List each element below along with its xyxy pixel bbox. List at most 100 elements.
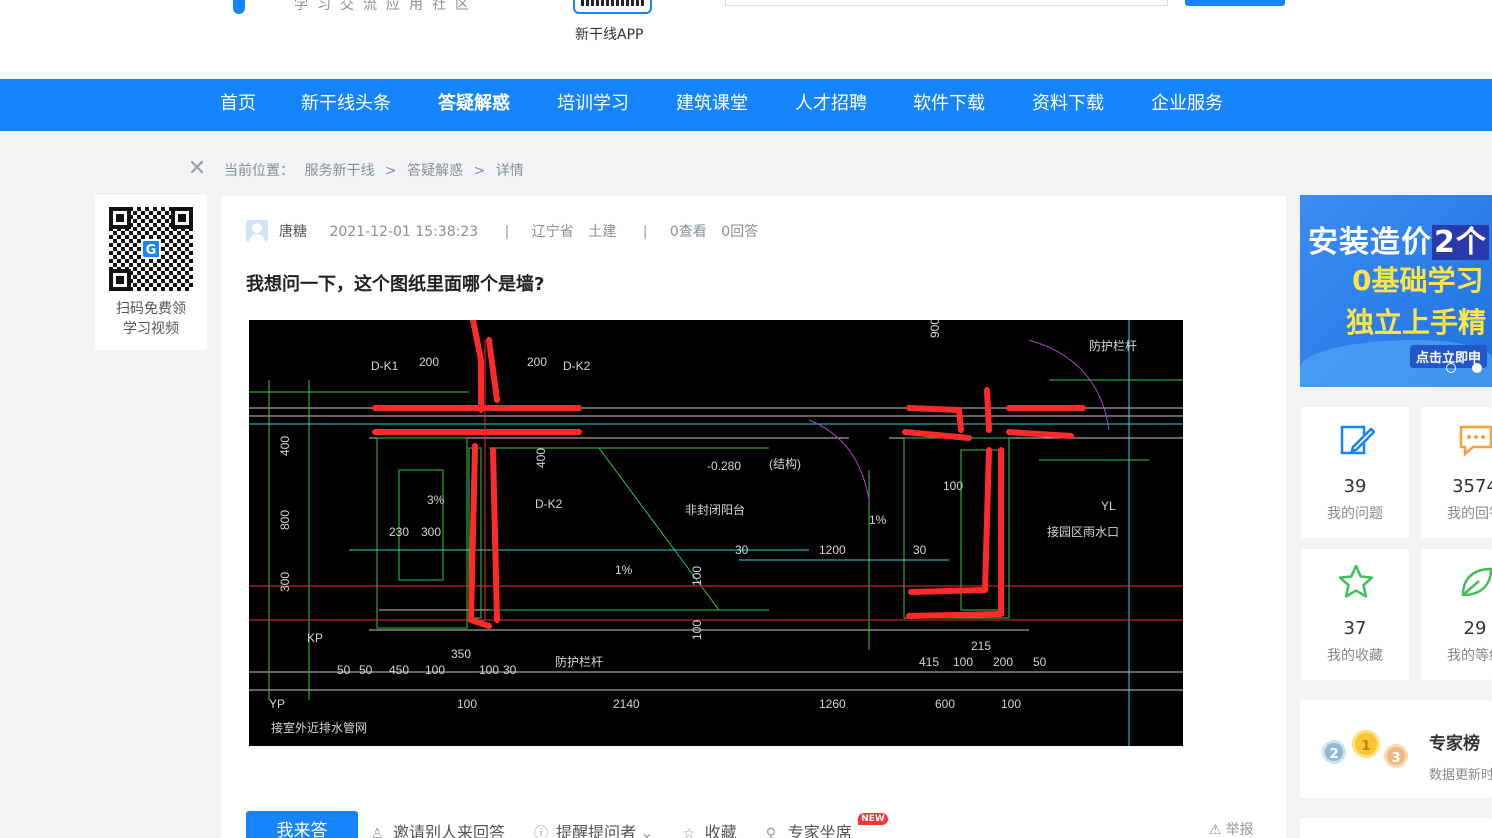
breadcrumb-item-qa[interactable]: 答疑解惑 <box>407 163 463 179</box>
expert-board-title: 专家榜 <box>1429 734 1480 754</box>
question-answers: 0回答 <box>721 224 759 240</box>
breadcrumb-separator: > <box>384 163 397 179</box>
cad-label: 50 <box>1033 655 1047 669</box>
stat-value: 37 <box>1343 618 1367 639</box>
star-icon <box>1338 564 1374 598</box>
cad-label: 100 <box>943 479 963 493</box>
qr-caption: 扫码免费领 学习视频 <box>95 299 207 339</box>
cad-label: 300 <box>421 525 441 539</box>
cad-label: 350 <box>451 647 471 661</box>
breadcrumb-separator: > <box>473 163 486 179</box>
question-region: 辽宁省 <box>531 224 574 240</box>
cad-label: 100 <box>1001 697 1021 711</box>
cad-label: YP <box>269 697 285 711</box>
main-nav: 首页 新干线头条 答疑解惑 培训学习 建筑课堂 人才招聘 软件下载 资料下载 企… <box>0 79 1492 131</box>
cad-label: 200 <box>419 355 439 369</box>
stat-value: 39 <box>1343 476 1367 497</box>
cad-label: 415 <box>919 655 939 669</box>
cad-label: 50 <box>359 663 373 677</box>
cad-drawing-svg: D-K1 200 200 D-K2 防护栏杆 -0.280 (结构) 非封闭阳台… <box>249 320 1183 746</box>
question-views: 0查看 <box>669 224 707 240</box>
cad-label: 100 <box>457 697 477 711</box>
cad-label: D-K2 <box>535 497 563 511</box>
question-meta: 唐糖 2021-12-01 15:38:23 | 辽宁省 土建 | 0查看 0回… <box>279 221 758 241</box>
site-header: 学习交流应用社区 新干线APP <box>0 0 1492 79</box>
cad-label: 100 <box>953 655 973 669</box>
nav-item-enterprise[interactable]: 企业服务 <box>1151 79 1223 131</box>
cad-label: 接室外近排水管网 <box>271 720 367 735</box>
cad-label: 200 <box>527 355 547 369</box>
stat-label: 我的等级 <box>1447 648 1492 664</box>
cad-label: 400 <box>278 436 292 456</box>
meta-divider: | <box>504 224 510 240</box>
cad-label: 230 <box>389 525 409 539</box>
nav-item-jobs[interactable]: 人才招聘 <box>795 79 867 131</box>
cad-label: YL <box>1101 499 1116 513</box>
report-link[interactable]: ⚠ 举报 <box>1209 819 1254 838</box>
cad-label: 接园区雨水口 <box>1047 524 1119 539</box>
carousel-dot-active[interactable] <box>1472 363 1482 373</box>
favorite-link[interactable]: ☆ 收藏 <box>683 819 737 838</box>
question-title: 我想问一下，这个图纸里面哪个是墙? <box>246 274 545 295</box>
question-card: 唐糖 2021-12-01 15:38:23 | 辽宁省 土建 | 0查看 0回… <box>221 196 1286 838</box>
stat-my-level[interactable]: 29 我的等级 <box>1421 549 1492 680</box>
nav-item-resources[interactable]: 资料下载 <box>1032 79 1104 131</box>
question-time: 2021-12-01 15:38:23 <box>329 224 479 240</box>
breadcrumb: 当前位置： 服务新干线 > 答疑解惑 > 详情 <box>224 160 530 180</box>
breadcrumb-item-detail: 详情 <box>495 163 524 179</box>
cad-label: 1260 <box>819 697 846 711</box>
report-label: 举报 <box>1225 822 1254 838</box>
nav-item-headlines[interactable]: 新干线头条 <box>301 79 391 131</box>
cad-label: (结构) <box>769 456 801 471</box>
remind-asker-dropdown[interactable]: ⓘ 提醒提问者 ⌄ <box>534 819 653 838</box>
stat-my-favorites[interactable]: 37 我的收藏 <box>1301 549 1409 680</box>
site-logo[interactable] <box>233 0 245 14</box>
close-icon[interactable]: ✕ <box>186 158 208 180</box>
cad-label: 防护栏杆 <box>555 654 603 669</box>
cad-label: 非封闭阳台 <box>685 502 745 517</box>
stat-label: 我的问题 <box>1327 506 1383 522</box>
cad-label: 100 <box>690 620 704 640</box>
cad-label: 200 <box>993 655 1013 669</box>
cad-drawing-image[interactable]: D-K1 200 200 D-K2 防护栏杆 -0.280 (结构) 非封闭阳台… <box>249 320 1183 746</box>
carousel-dot[interactable] <box>1446 363 1456 373</box>
expert-board-card[interactable]: 2 1 3 专家榜 数据更新时间 <box>1300 700 1492 798</box>
cad-label: 防护栏杆 <box>1089 338 1137 353</box>
promo-banner[interactable]: 安装造价2个 0基础学习 独立上手精 点击立即申 <box>1300 195 1492 387</box>
stat-label: 我的回答 <box>1447 506 1492 522</box>
stat-value: 29 <box>1463 618 1487 639</box>
cad-label: 400 <box>534 448 548 468</box>
location-pin-icon: ⚲ <box>765 826 776 838</box>
qr-promo-card: G 扫码免费领 学习视频 <box>95 195 207 350</box>
nav-item-classroom[interactable]: 建筑课堂 <box>676 79 748 131</box>
star-icon: ☆ <box>682 826 696 838</box>
nav-item-software[interactable]: 软件下载 <box>913 79 985 131</box>
app-qr-code <box>573 0 652 14</box>
expert-board-subtitle: 数据更新时间 <box>1429 768 1492 783</box>
breadcrumb-item-service[interactable]: 服务新干线 <box>304 163 374 179</box>
breadcrumb-prefix: 当前位置： <box>224 163 294 179</box>
question-author[interactable]: 唐糖 <box>279 224 307 240</box>
question-category: 土建 <box>588 224 617 240</box>
search-button[interactable] <box>1185 0 1285 6</box>
cad-label: 30 <box>735 543 749 557</box>
edit-icon <box>1340 425 1375 455</box>
avatar[interactable] <box>246 220 268 242</box>
nav-item-training[interactable]: 培训学习 <box>557 79 629 131</box>
question-actions: ♙ 邀请别人来回答 ⓘ 提醒提问者 ⌄ ☆ 收藏 ⚲ 专家坐席 NEW <box>371 813 888 838</box>
stat-label: 我的收藏 <box>1327 648 1383 664</box>
invite-answer-link[interactable]: ♙ 邀请别人来回答 <box>371 819 505 838</box>
answer-button[interactable]: 我来答 <box>246 811 358 838</box>
search-input[interactable] <box>725 0 1168 6</box>
nav-item-qa[interactable]: 答疑解惑 <box>438 79 510 131</box>
stat-my-questions[interactable]: 39 我的问题 <box>1301 407 1409 538</box>
app-download-label[interactable]: 新干线APP <box>575 24 643 44</box>
cad-label: 1% <box>869 513 887 527</box>
cad-label: 100 <box>690 566 704 586</box>
stat-my-answers[interactable]: 3574 我的回答 <box>1421 407 1492 538</box>
qr-caption-line1: 扫码免费领 <box>116 301 186 317</box>
nav-item-home[interactable]: 首页 <box>220 79 256 131</box>
medal-bronze-icon: 3 <box>1384 744 1408 768</box>
favorite-label: 收藏 <box>704 823 737 838</box>
expert-seat-link[interactable]: ⚲ 专家坐席 NEW <box>765 813 888 838</box>
